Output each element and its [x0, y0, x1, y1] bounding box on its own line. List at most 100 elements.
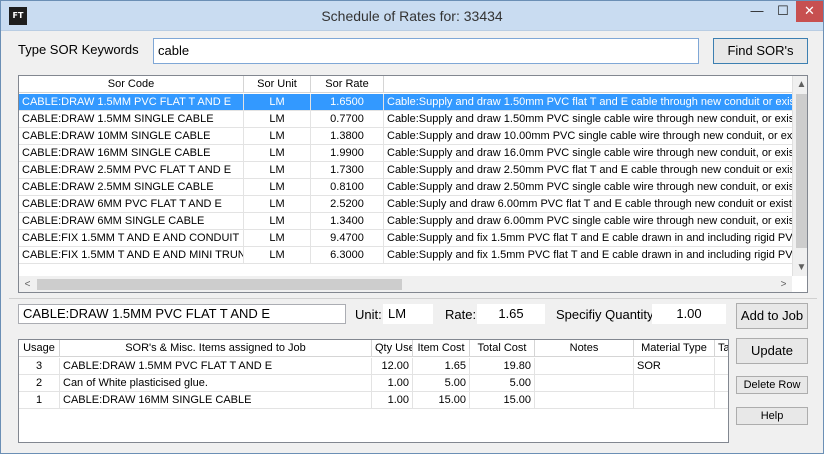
sor-table-row[interactable]: CABLE:DRAW 1.5MM SINGLE CABLE LM 0.7700 Cab… — [19, 111, 794, 128]
sor-cell-code: CABLE:DRAW 16MM SINGLE CABLE — [19, 145, 244, 162]
sor-cell-desc: Cable:Supply and draw 6.00mm PVC single … — [384, 213, 794, 230]
sor-table-row[interactable]: CABLE:DRAW 6MM SINGLE CABLE LM 1.3400 Cable… — [19, 213, 794, 230]
col-sor-rate[interactable]: Sor Rate — [311, 76, 384, 93]
col-items-assigned[interactable]: SOR's & Misc. Items assigned to Job — [60, 340, 372, 357]
col-sor-code[interactable]: Sor Code — [19, 76, 244, 93]
sor-keywords-input[interactable]: cable — [153, 38, 699, 64]
sor-cell-desc: Cable:Supply and draw 10.00mm PVC single… — [384, 128, 794, 145]
col-total-cost[interactable]: Total Cost — [470, 340, 535, 357]
job-cell-cost: 1.65 — [413, 358, 470, 375]
job-cell-cost: 5.00 — [413, 375, 470, 392]
sor-table-row[interactable]: CABLE:DRAW 2.5MM PVC FLAT T AND E LM 1.730… — [19, 162, 794, 179]
find-sors-button[interactable]: Find SOR's — [713, 38, 808, 64]
add-to-job-button[interactable]: Add to Job — [736, 303, 808, 329]
scroll-down-arrow-icon[interactable]: ▼ — [793, 259, 807, 276]
job-table-row[interactable]: 2 Can of White plasticised glue. 1.00 5.00 5… — [19, 375, 728, 392]
rate-field[interactable]: 1.65 — [477, 304, 545, 324]
job-items-grid: Usage SOR's & Misc. Items assigned to Jo… — [18, 339, 729, 443]
scroll-up-arrow-icon[interactable]: ▲ — [793, 76, 807, 93]
sor-cell-rate: 2.5200 — [311, 196, 384, 213]
sor-cell-desc: Cable:Supply and draw 16.0mm PVC single … — [384, 145, 794, 162]
sor-cell-unit: LM — [244, 145, 311, 162]
job-table-row[interactable]: 1 CABLE:DRAW 16MM SINGLE CABLE 1.00 15.00 15… — [19, 392, 728, 409]
minimize-button[interactable]: — — [744, 1, 770, 22]
sor-cell-code: CABLE:DRAW 1.5MM SINGLE CABLE — [19, 111, 244, 128]
job-cell-type: SOR — [634, 358, 715, 375]
col-usage[interactable]: Usage — [19, 340, 60, 357]
sor-table-row[interactable]: CABLE:FIX 1.5MM T AND E AND MINI TRUNKIN… — [19, 247, 794, 264]
sor-cell-desc: Cable:Supply and draw 1.50mm PVC single … — [384, 111, 794, 128]
sor-cell-unit: LM — [244, 196, 311, 213]
job-cell-item: CABLE:DRAW 1.5MM PVC FLAT T AND E — [60, 358, 372, 375]
sor-table-row[interactable]: CABLE:FIX 1.5MM T AND E AND CONDUIT LM 9.4… — [19, 230, 794, 247]
sor-cell-code: CABLE:DRAW 10MM SINGLE CABLE — [19, 128, 244, 145]
sor-cell-code: CABLE:DRAW 1.5MM PVC FLAT T AND E — [19, 94, 244, 111]
sor-cell-unit: LM — [244, 247, 311, 264]
divider — [9, 298, 817, 299]
col-notes[interactable]: Notes — [535, 340, 634, 357]
scroll-left-arrow-icon[interactable]: < — [19, 276, 36, 292]
job-cell-total: 15.00 — [470, 392, 535, 409]
sor-grid-header: Sor Code Sor Unit Sor Rate — [19, 76, 807, 93]
sor-cell-unit: LM — [244, 111, 311, 128]
horizontal-scroll-thumb[interactable] — [37, 279, 402, 290]
rate-label: Rate: — [445, 307, 477, 322]
sor-cell-rate: 6.3000 — [311, 247, 384, 264]
unit-field[interactable]: LM — [383, 304, 433, 324]
sor-cell-desc: Cable:Supply and draw 2.50mm PVC flat T … — [384, 162, 794, 179]
sor-table-row[interactable]: CABLE:DRAW 16MM SINGLE CABLE LM 1.9900 Cabl… — [19, 145, 794, 162]
col-description[interactable] — [384, 76, 794, 93]
update-button[interactable]: Update — [736, 338, 808, 364]
quantity-field[interactable]: 1.00 — [652, 304, 726, 324]
job-cell-ta — [715, 358, 728, 375]
job-cell-ta — [715, 375, 728, 392]
scroll-right-arrow-icon[interactable]: > — [775, 276, 792, 292]
sor-cell-rate: 1.7300 — [311, 162, 384, 179]
help-button[interactable]: Help — [736, 407, 808, 425]
col-material-type[interactable]: Material Type — [634, 340, 715, 357]
job-cell-usage: 3 — [19, 358, 60, 375]
job-cell-cost: 15.00 — [413, 392, 470, 409]
sor-cell-rate: 1.6500 — [311, 94, 384, 111]
sor-cell-rate: 1.9900 — [311, 145, 384, 162]
title-bar[interactable]: FT Schedule of Rates for: 33434 — ☐ ✕ — [1, 1, 823, 31]
col-qty-used[interactable]: Qty Used — [372, 340, 413, 357]
unit-label: Unit: — [355, 307, 382, 322]
col-ta[interactable]: Ta — [715, 340, 728, 357]
sor-cell-code: CABLE:DRAW 6MM PVC FLAT T AND E — [19, 196, 244, 213]
sor-cell-code: CABLE:DRAW 2.5MM PVC FLAT T AND E — [19, 162, 244, 179]
job-cell-notes — [535, 375, 634, 392]
job-cell-type — [634, 375, 715, 392]
job-cell-type — [634, 392, 715, 409]
sor-cell-unit: LM — [244, 162, 311, 179]
delete-row-button[interactable]: Delete Row — [736, 376, 808, 394]
sor-table-row[interactable]: CABLE:DRAW 2.5MM SINGLE CABLE LM 0.8100 Cab… — [19, 179, 794, 196]
sor-table-row[interactable]: CABLE:DRAW 10MM SINGLE CABLE LM 1.3800 Cabl… — [19, 128, 794, 145]
sor-grid-vertical-scrollbar[interactable]: ▲ ▼ — [792, 76, 807, 276]
sor-cell-desc: Cable:Supply and fix 1.5mm PVC flat T an… — [384, 247, 794, 264]
sor-table-row[interactable]: CABLE:DRAW 1.5MM PVC FLAT T AND E LM 1.650… — [19, 94, 794, 111]
sor-cell-unit: LM — [244, 179, 311, 196]
sor-cell-desc: Cable:Suply and draw 6.00mm PVC flat T a… — [384, 196, 794, 213]
sor-results-grid: Sor Code Sor Unit Sor Rate CABLE:DRAW 1.… — [18, 75, 808, 293]
job-cell-notes — [535, 358, 634, 375]
col-sor-unit[interactable]: Sor Unit — [244, 76, 311, 93]
job-cell-qty: 1.00 — [372, 375, 413, 392]
sor-table-row[interactable]: CABLE:DRAW 6MM PVC FLAT T AND E LM 2.5200 C… — [19, 196, 794, 213]
selected-sor-code-field[interactable]: CABLE:DRAW 1.5MM PVC FLAT T AND E — [18, 304, 346, 324]
sor-cell-code: CABLE:FIX 1.5MM T AND E AND CONDUIT — [19, 230, 244, 247]
job-cell-qty: 12.00 — [372, 358, 413, 375]
job-cell-item: CABLE:DRAW 16MM SINGLE CABLE — [60, 392, 372, 409]
sor-cell-rate: 9.4700 — [311, 230, 384, 247]
sor-grid-horizontal-scrollbar[interactable]: < > — [19, 276, 792, 292]
sor-cell-unit: LM — [244, 213, 311, 230]
vertical-scroll-thumb[interactable] — [796, 94, 807, 248]
quantity-label: Specifiy Quantity: — [556, 307, 658, 322]
job-cell-ta — [715, 392, 728, 409]
job-table-row[interactable]: 3 CABLE:DRAW 1.5MM PVC FLAT T AND E 12.00 1… — [19, 358, 728, 375]
job-cell-notes — [535, 392, 634, 409]
col-item-cost[interactable]: Item Cost — [413, 340, 470, 357]
maximize-button[interactable]: ☐ — [770, 1, 796, 22]
sor-cell-unit: LM — [244, 230, 311, 247]
close-button[interactable]: ✕ — [796, 1, 823, 22]
